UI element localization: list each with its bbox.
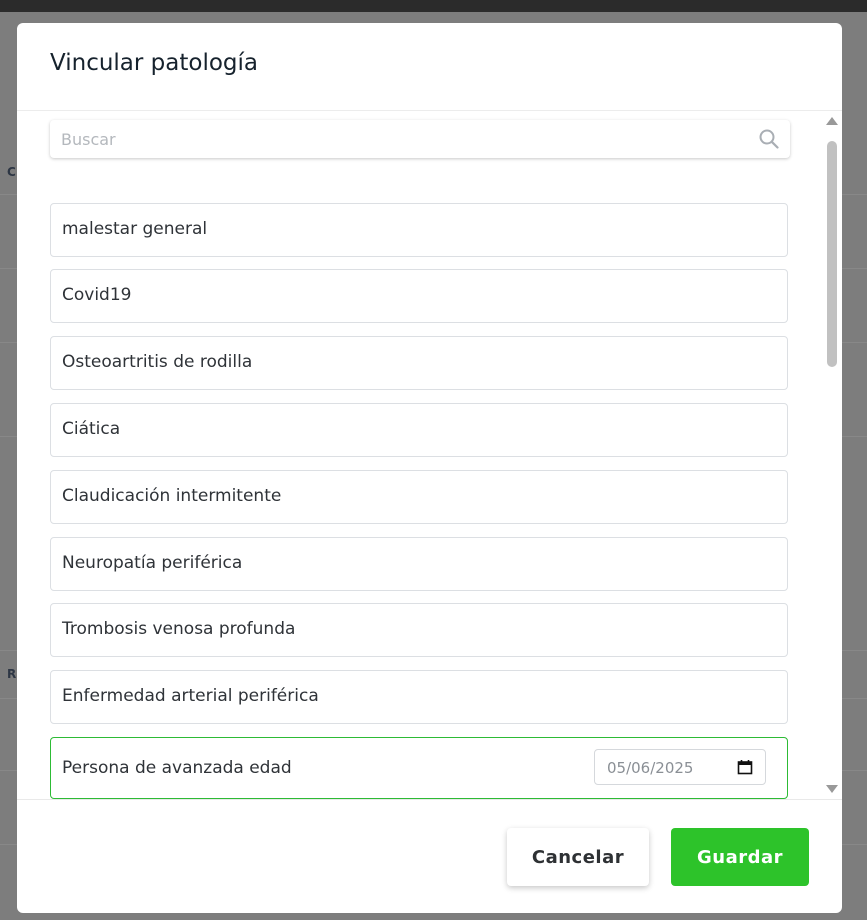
pathology-item[interactable]: Claudicación intermitente (50, 470, 788, 524)
pathology-item[interactable]: Osteoartritis de rodilla (50, 336, 788, 390)
pathology-item[interactable]: Trombosis venosa profunda (50, 603, 788, 657)
pathology-label: Enfermedad arterial periférica (62, 686, 319, 706)
link-pathology-modal: Vincular patología malestar general Covi… (17, 23, 842, 913)
pathology-item[interactable]: Covid19 (50, 269, 788, 323)
pathology-item-selected[interactable]: Persona de avanzada edad 05/06/2025 (50, 737, 788, 799)
search-input[interactable] (50, 120, 751, 158)
cancel-button[interactable]: Cancelar (507, 828, 649, 886)
save-button[interactable]: Guardar (671, 828, 809, 886)
pathology-item[interactable]: Enfermedad arterial periférica (50, 670, 788, 724)
app-top-bar (0, 0, 867, 12)
pathology-item[interactable]: Ciática (50, 403, 788, 457)
modal-body: malestar general Covid19 Osteoartritis d… (17, 111, 842, 799)
pathology-label: malestar general (62, 219, 208, 239)
pathology-label: Ciática (62, 419, 121, 439)
pathology-label: Persona de avanzada edad (62, 758, 292, 778)
modal-title: Vincular patología (50, 50, 258, 76)
pathology-item[interactable]: Neuropatía periférica (50, 537, 788, 591)
pathology-label: Neuropatía periférica (62, 553, 243, 573)
date-value: 05/06/2025 (607, 759, 694, 777)
pathology-date-input[interactable]: 05/06/2025 (594, 749, 766, 785)
pathology-label: Osteoartritis de rodilla (62, 352, 253, 372)
background-column-label: R (7, 667, 18, 681)
pathology-item[interactable]: malestar general (50, 203, 788, 257)
list-scrollbar[interactable] (825, 111, 839, 799)
modal-footer: Cancelar Guardar (17, 799, 842, 913)
search-box (50, 120, 790, 158)
calendar-icon[interactable] (737, 759, 753, 775)
search-icon[interactable] (759, 129, 779, 149)
scrollbar-thumb[interactable] (827, 141, 837, 367)
pathology-label: Covid19 (62, 285, 132, 305)
chevron-up-icon[interactable] (826, 117, 838, 125)
modal-header: Vincular patología (17, 23, 842, 111)
pathology-label: Trombosis venosa profunda (62, 619, 296, 639)
pathology-label: Claudicación intermitente (62, 486, 282, 506)
chevron-down-icon[interactable] (826, 785, 838, 793)
